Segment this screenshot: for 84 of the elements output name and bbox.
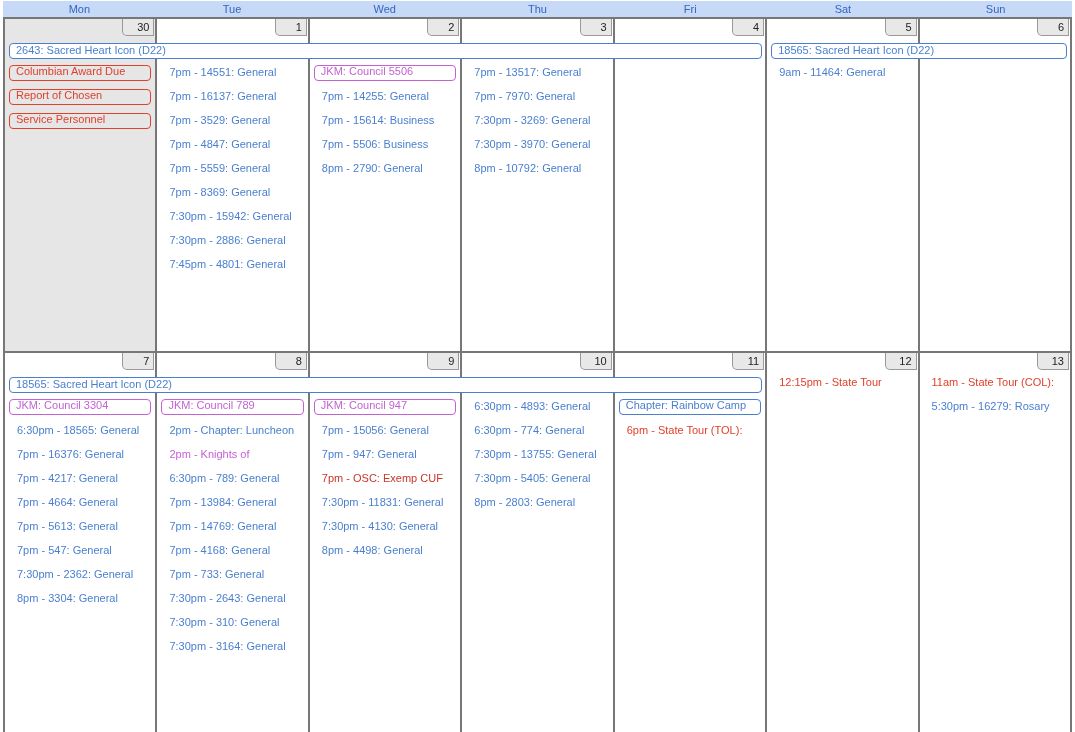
event-chip[interactable]: Service Personnel [9, 113, 152, 129]
event-link[interactable]: 7pm - 733: General [163, 567, 265, 583]
event-link[interactable]: 7pm - 15614: Business [315, 113, 435, 129]
event-link[interactable]: 7pm - 13984: General [163, 495, 277, 511]
event-link[interactable]: 2pm - Chapter: Luncheon [163, 423, 295, 439]
event-link[interactable]: 7:45pm - 4801: General [163, 257, 286, 273]
event-link[interactable]: 6:30pm - 774: General [468, 423, 585, 439]
event-chip[interactable]: Columbian Award Due [9, 65, 152, 81]
date-tab[interactable]: 9 [427, 353, 460, 370]
event-link[interactable]: 8pm - 3304: General [11, 591, 118, 607]
event-link[interactable]: 2pm - Knights of [163, 447, 250, 463]
event-chip[interactable]: Chapter: Rainbow Camp [618, 399, 762, 415]
event-link[interactable]: 6pm - State Tour (TOL): [620, 423, 743, 439]
event-link[interactable]: 7:30pm - 11831: General [315, 495, 444, 511]
event-link[interactable]: 7:30pm - 3164: General [163, 639, 286, 655]
event-link[interactable]: 7pm - 947: General [315, 447, 417, 463]
event-link[interactable]: 11am - State Tour (COL): [925, 375, 1055, 391]
event-link[interactable]: 7pm - 547: General [11, 543, 112, 559]
event-link[interactable]: 7:30pm - 3269: General [468, 113, 591, 129]
weekday-label: Sun [984, 2, 1007, 17]
event-link[interactable]: 7pm - 5613: General [11, 519, 118, 535]
event-link[interactable]: 6:30pm - 18565: General [11, 423, 140, 439]
date-tab[interactable]: 5 [884, 19, 917, 36]
date-tab[interactable]: 1 [274, 19, 307, 36]
weekday-label: Fri [682, 2, 698, 17]
weekday-label: Sat [833, 2, 853, 17]
event-link[interactable]: 7:30pm - 5405: General [468, 471, 591, 487]
event-link[interactable]: 7pm - 14551: General [163, 65, 277, 81]
event-link[interactable]: 7pm - 16137: General [163, 89, 277, 105]
event-link[interactable]: 7pm - 8369: General [163, 185, 271, 201]
event-link[interactable]: 7pm - 5559: General [163, 161, 271, 177]
event-link[interactable]: 6:30pm - 789: General [163, 471, 280, 487]
event-chip[interactable]: Report of Chosen [9, 89, 152, 105]
date-tab[interactable]: 6 [1037, 19, 1069, 36]
event-link[interactable]: 6:30pm - 4893: General [468, 399, 591, 415]
event-link[interactable]: 8pm - 2803: General [468, 495, 576, 511]
event-link[interactable]: 7:30pm - 15942: General [163, 209, 292, 225]
weekday-label: Mon [67, 2, 92, 17]
date-tab[interactable]: 2 [427, 19, 460, 36]
event-link[interactable]: 7pm - 4217: General [11, 471, 118, 487]
event-link[interactable]: 7:30pm - 2886: General [163, 233, 286, 249]
event-link[interactable]: 7pm - 16376: General [11, 447, 124, 463]
date-tab[interactable]: 10 [579, 353, 612, 370]
event-chip[interactable]: JKM: Council 947 [313, 399, 457, 415]
event-link[interactable]: 7:30pm - 2643: General [163, 591, 286, 607]
date-tab[interactable]: 11 [732, 353, 765, 370]
date-tab[interactable]: 12 [884, 353, 917, 370]
date-tab[interactable]: 13 [1037, 353, 1069, 370]
event-link[interactable]: 7pm - 15056: General [315, 423, 429, 439]
event-link[interactable]: 7:30pm - 13755: General [468, 447, 597, 463]
event-link[interactable]: 8pm - 2790: General [315, 161, 423, 177]
event-link[interactable]: 7pm - 7970: General [468, 89, 576, 105]
event-link[interactable]: 7:30pm - 4130: General [315, 519, 439, 535]
event-link[interactable]: 7pm - 4664: General [11, 495, 118, 511]
event-link[interactable]: 8pm - 10792: General [468, 161, 582, 177]
date-tab[interactable]: 30 [122, 19, 155, 36]
event-link[interactable]: 12:15pm - State Tour [773, 375, 882, 391]
event-link[interactable]: 9am - 11464: General [773, 65, 886, 81]
event-chip[interactable]: JKM: Council 3304 [9, 399, 152, 415]
date-tab[interactable]: 3 [579, 19, 612, 36]
event-chip[interactable]: JKM: Council 5506 [313, 65, 457, 81]
event-link[interactable]: 7:30pm - 2362: General [11, 567, 134, 583]
event-link[interactable]: 7pm - 14769: General [163, 519, 277, 535]
date-tab[interactable]: 7 [122, 353, 155, 370]
event-chip[interactable]: JKM: Council 789 [161, 399, 304, 415]
event-link[interactable]: 7pm - 14255: General [315, 89, 429, 105]
weekday-label: Tue [221, 2, 243, 17]
weekday-label: Wed [372, 2, 397, 17]
event-link[interactable]: 7pm - 13517: General [468, 65, 582, 81]
event-link[interactable]: 5:30pm - 16279: Rosary [925, 399, 1050, 415]
weekday-label: Thu [527, 2, 548, 17]
event-link[interactable]: 7pm - 4168: General [163, 543, 271, 559]
event-link[interactable]: 7:30pm - 3970: General [468, 137, 591, 153]
event-link[interactable]: 7:30pm - 310: General [163, 615, 280, 631]
event-link[interactable]: 8pm - 4498: General [315, 543, 423, 559]
date-tab[interactable]: 8 [274, 353, 307, 370]
multi-day-event[interactable]: 18565: Sacred Heart Icon (D22) [771, 43, 1067, 59]
multi-day-event[interactable]: 2643: Sacred Heart Icon (D22) [9, 43, 763, 59]
event-link[interactable]: 7pm - OSC: Exemp CUF [315, 471, 443, 487]
multi-day-event[interactable]: 18565: Sacred Heart Icon (D22) [9, 377, 763, 393]
event-link[interactable]: 7pm - 4847: General [163, 137, 271, 153]
event-link[interactable]: 7pm - 3529: General [163, 113, 271, 129]
event-link[interactable]: 7pm - 5506: Business [315, 137, 429, 153]
date-tab[interactable]: 4 [732, 19, 765, 36]
